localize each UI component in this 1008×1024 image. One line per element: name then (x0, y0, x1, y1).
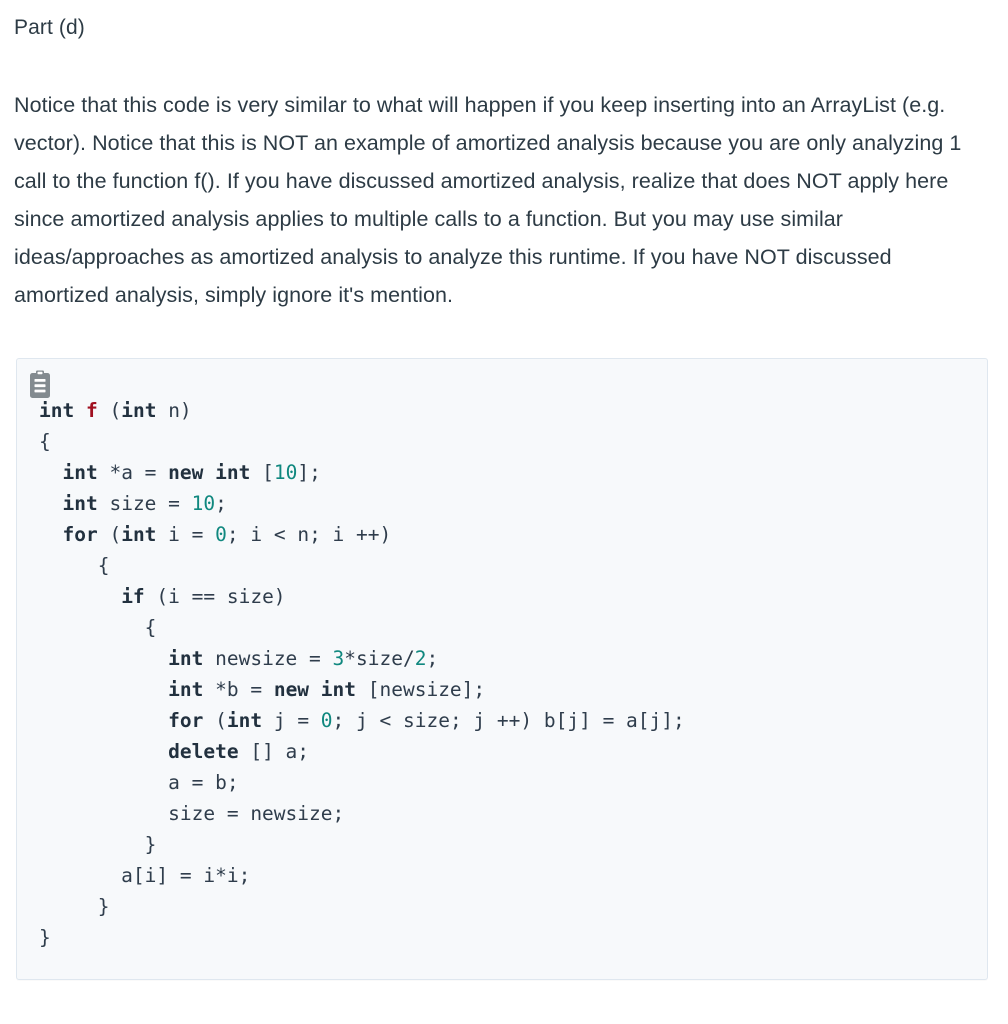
code-line: for (int i = 0; i < n; i ++) (17, 519, 987, 550)
code-line: for (int j = 0; j < size; j ++) b[j] = a… (17, 705, 987, 736)
code-token-kw: int (168, 678, 204, 701)
code-token-pl: [ (250, 461, 274, 484)
code-token-kw: int (39, 399, 75, 422)
code-token-pl: newsize = (203, 647, 333, 670)
code-token-pl: } (39, 926, 51, 949)
code-line: } (17, 891, 987, 922)
code-token-pl: ; j < size; j ++) b[j] = a[j]; (332, 709, 685, 732)
code-token-pl: n) (156, 399, 192, 422)
code-token-pl: *size/ (344, 647, 415, 670)
code-token-pl: a = b; (39, 771, 239, 794)
code-token-pl: size = newsize; (39, 802, 345, 825)
code-token-kw: new int (168, 461, 251, 484)
code-token-pl: ( (97, 399, 122, 422)
code-line: if (i == size) (17, 581, 987, 612)
code-token-kw: new int (273, 678, 357, 701)
code-token-pl: *a = (97, 461, 169, 484)
code-line: size = newsize; (17, 798, 987, 829)
code-block: int f (int n){ int *a = new int [10]; in… (16, 358, 988, 980)
code-token-kw: int (226, 709, 263, 732)
code-line: int f (int n) (17, 395, 987, 426)
code-token-num: 10 (191, 492, 216, 515)
code-token-kw: for (168, 709, 204, 732)
page-title: Part (d) (14, 16, 85, 39)
code-token-pl: [] a; (238, 740, 310, 763)
code-line: delete [] a; (17, 736, 987, 767)
code-line: { (17, 550, 987, 581)
code-line: int newsize = 3*size/2; (17, 643, 987, 674)
code-line: a[i] = i*i; (17, 860, 987, 891)
code-token-num: 2 (414, 647, 427, 670)
code-token-kw: for (62, 523, 98, 546)
clipboard-icon[interactable] (27, 370, 53, 400)
code-token-pl: ; (426, 647, 439, 670)
instructions-paragraph: Notice that this code is very similar to… (14, 93, 962, 307)
code-token-num: 10 (273, 461, 298, 484)
code-line: int *a = new int [10]; (17, 457, 987, 488)
code-token-pl: ; (215, 492, 227, 515)
code-line: a = b; (17, 767, 987, 798)
code-line: int *b = new int [newsize]; (17, 674, 987, 705)
code-token-pl: { (39, 616, 157, 639)
code-token-kw: if (121, 585, 145, 608)
code-token-pl: } (39, 833, 157, 856)
code-token-kw: int (62, 461, 98, 484)
code-token-pl: ; i < n; i ++) (226, 523, 392, 546)
code-line: } (17, 922, 987, 953)
code-token-pl: [newsize]; (356, 678, 486, 701)
code-token-pl: ]; (297, 461, 321, 484)
code-token-num: 0 (320, 709, 333, 732)
code-line: { (17, 612, 987, 643)
code-token-pl: { (39, 554, 110, 577)
code-token-pl: size = (97, 492, 192, 515)
code-token-pl: a[i] = i*i; (39, 864, 251, 887)
code-token-pl: ( (203, 709, 227, 732)
code-line: } (17, 829, 987, 860)
code-token-kw: delete (168, 740, 239, 763)
code-token-pl: } (39, 895, 110, 918)
code-token-pl: j = (262, 709, 321, 732)
code-token-kw: int (121, 523, 157, 546)
code-token-pl: { (39, 430, 51, 453)
code-line: int size = 10; (17, 488, 987, 519)
code-token-kw: int (168, 647, 204, 670)
code-token-num: 0 (215, 523, 227, 546)
code-token-pl: ( (97, 523, 122, 546)
code-line: { (17, 426, 987, 457)
code-token-pl: *b = (203, 678, 274, 701)
code-token-fn: f (85, 399, 98, 422)
source-code[interactable]: int f (int n){ int *a = new int [10]; in… (17, 371, 987, 953)
code-token-pl: i = (156, 523, 216, 546)
code-token-kw: int (62, 492, 98, 515)
assignment-page: Part (d) Notice that this code is very s… (0, 0, 1008, 1024)
code-token-num: 3 (332, 647, 345, 670)
code-token-pl: (i == size) (144, 585, 286, 608)
code-token-kw: int (121, 399, 157, 422)
